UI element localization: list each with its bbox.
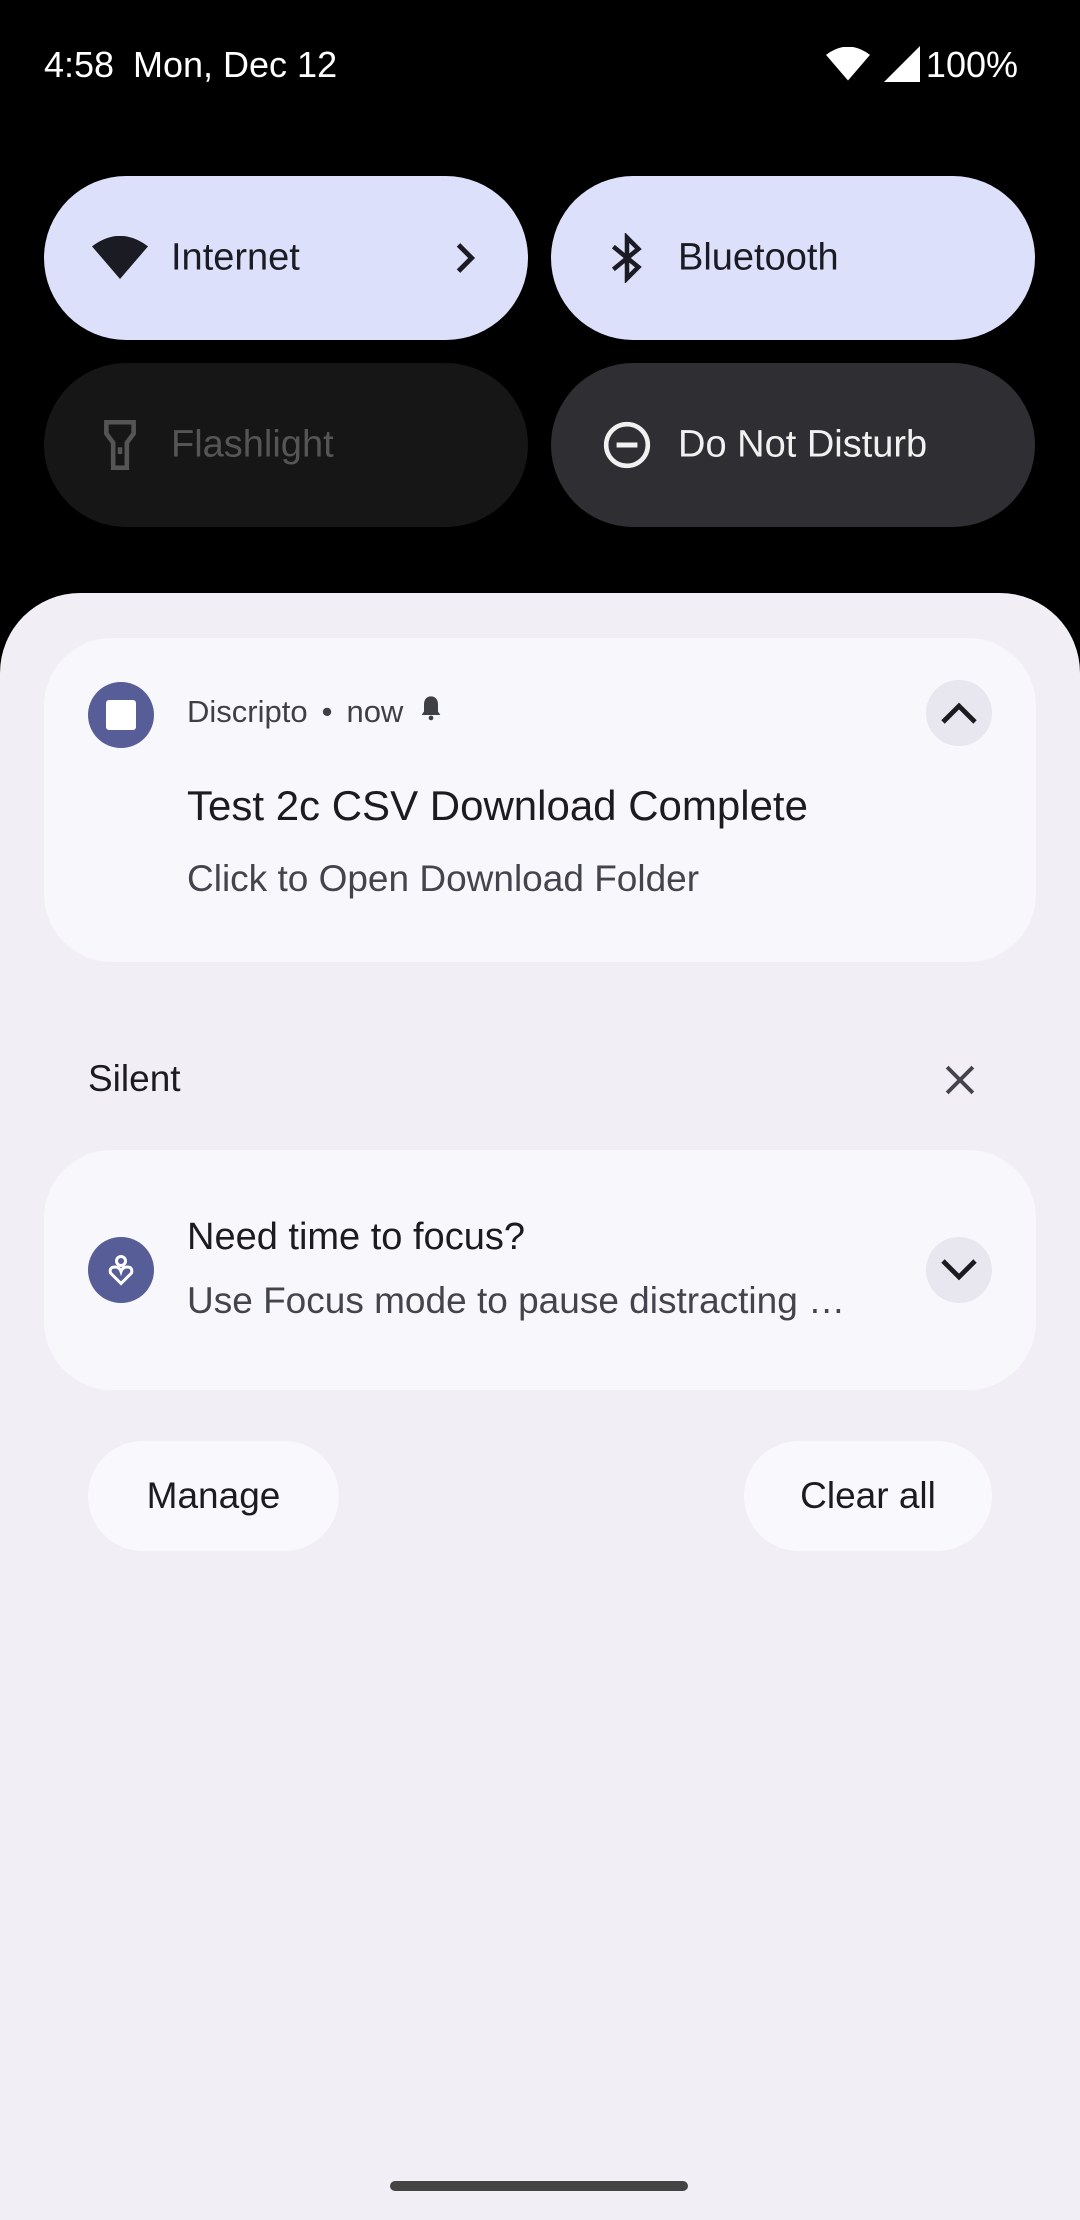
expand-button[interactable]: [926, 1237, 992, 1303]
tile-label: Flashlight: [171, 423, 334, 466]
tile-do-not-disturb[interactable]: Do Not Disturb: [551, 363, 1035, 527]
status-icons: [826, 46, 920, 87]
collapse-button[interactable]: [926, 680, 992, 746]
notification-time: now: [346, 694, 404, 729]
notification-card-download[interactable]: Discripto • now Test 2c CSV Download Com…: [44, 638, 1036, 962]
notification-title: Need time to focus?: [187, 1216, 525, 1258]
notification-body: Click to Open Download Folder: [187, 858, 700, 899]
wifi-icon: [826, 46, 870, 86]
wifi-icon: [88, 226, 152, 290]
app-icon: [88, 682, 154, 748]
app-name: Discripto: [187, 694, 308, 729]
notification-header: Discripto • now: [187, 694, 445, 730]
focus-icon: [88, 1237, 154, 1303]
tile-internet[interactable]: Internet: [44, 176, 528, 340]
tile-label: Bluetooth: [678, 236, 839, 279]
flashlight-icon: [88, 413, 152, 477]
status-bar: 4:58 Mon, Dec 12 100%: [0, 0, 1080, 130]
dnd-icon: [595, 413, 659, 477]
home-indicator[interactable]: [390, 2181, 688, 2191]
clear-all-button[interactable]: Clear all: [744, 1441, 992, 1551]
separator-dot: •: [321, 694, 333, 729]
notification-title: Test 2c CSV Download Complete: [187, 782, 808, 829]
status-date: Mon, Dec 12: [133, 44, 338, 85]
status-time: 4:58: [44, 44, 115, 85]
silent-section-label: Silent: [88, 1058, 181, 1099]
chevron-right-icon[interactable]: [446, 238, 486, 278]
tile-bluetooth[interactable]: Bluetooth: [551, 176, 1035, 340]
battery-level: 100%: [925, 44, 1018, 85]
manage-button[interactable]: Manage: [88, 1441, 339, 1551]
bell-icon: [417, 694, 445, 730]
tile-flashlight[interactable]: Flashlight: [44, 363, 528, 527]
bluetooth-icon: [595, 226, 659, 290]
chevron-up-icon: [941, 702, 977, 724]
tile-label: Do Not Disturb: [678, 423, 928, 466]
cell-signal-icon: [884, 46, 920, 87]
notification-body: Use Focus mode to pause distracting …: [187, 1280, 846, 1321]
notification-card-focus[interactable]: Need time to focus? Use Focus mode to pa…: [44, 1150, 1036, 1390]
close-icon[interactable]: [938, 1058, 982, 1102]
tile-label: Internet: [171, 236, 300, 279]
chevron-down-icon: [941, 1259, 977, 1281]
